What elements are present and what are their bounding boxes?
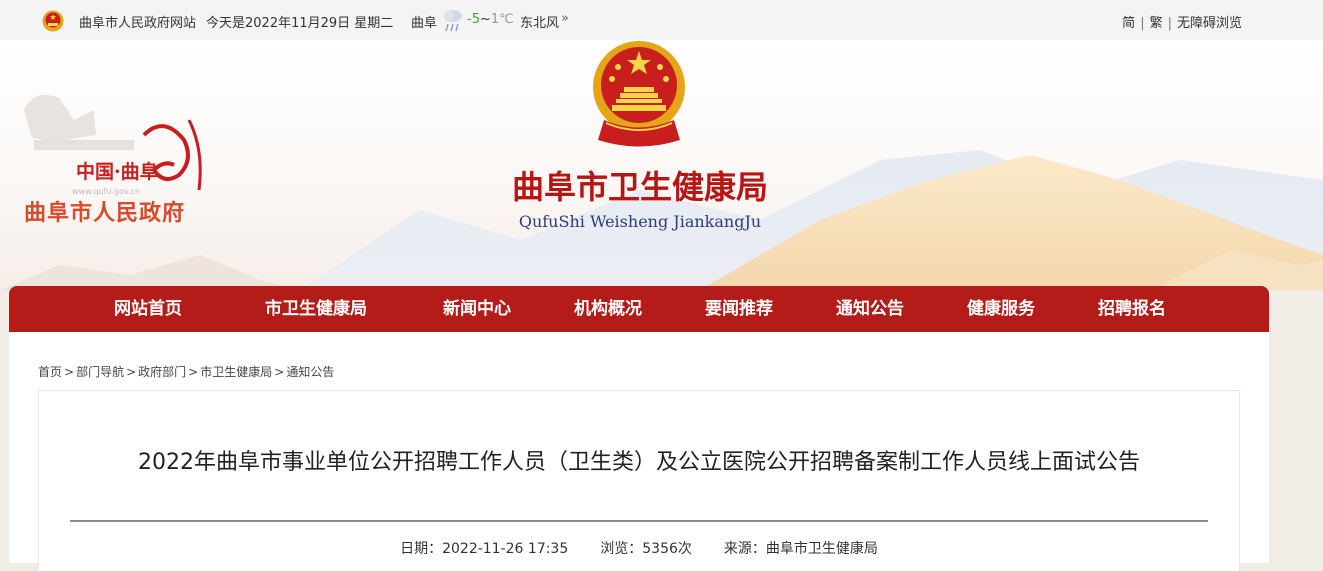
nav-item-health-services[interactable]: 健康服务 (967, 286, 1035, 332)
breadcrumb-health-bureau[interactable]: 市卫生健康局 (200, 365, 272, 379)
breadcrumb-separator: > (188, 365, 199, 379)
site-subtitle: QufuShi Weisheng JiankangJu (518, 212, 762, 231)
top-links: 简 | 繁 | 无障碍浏览 (1122, 12, 1242, 31)
date-label: 日期： (400, 541, 443, 557)
article: 2022年曲阜市事业单位公开招聘工作人员（卫生类）及公立医院公开招聘备案制工作人… (38, 390, 1240, 571)
nav-item-organization[interactable]: 机构概况 (574, 286, 642, 332)
nav-item-notices[interactable]: 通知公告 (836, 286, 904, 332)
breadcrumb: 首页 > 部门导航 > 政府部门 > 市卫生健康局 > 通知公告 (38, 363, 334, 380)
breadcrumb-notices[interactable]: 通知公告 (286, 365, 334, 379)
gov-name-text: 曲阜市人民政府 (24, 201, 186, 226)
title-divider (70, 520, 1208, 522)
publish-date: 2022-11-26 17:35 (442, 541, 569, 557)
main-content: 首页 > 部门导航 > 政府部门 > 市卫生健康局 > 通知公告 2022年曲阜市事业单位公开招… (9, 332, 1269, 571)
main-nav: 网站首页 市卫生健康局 新闻中心 机构概况 要闻推荐 通知公告 健康服务 招聘报… (9, 286, 1269, 332)
separator: | (1140, 16, 1145, 31)
breadcrumb-gov-dept[interactable]: 政府部门 (138, 365, 186, 379)
nav-item-featured-news[interactable]: 要闻推荐 (705, 286, 773, 332)
temp-high: 1℃ (490, 12, 514, 27)
snow-cloud-icon (440, 4, 466, 38)
qufu-logo: 中国·曲阜 www.qufu.gov.cn (14, 80, 224, 270)
date-text: 今天是2022年11月29日 星期二 (206, 16, 394, 31)
breadcrumb-home[interactable]: 首页 (38, 365, 62, 379)
top-bar: 曲阜市人民政府网站 今天是2022年11月29日 星期二 曲阜 -5~1℃ 东北… (0, 0, 1323, 40)
logo-brand-text: 中国·曲阜 (76, 160, 159, 183)
breadcrumb-dept-nav[interactable]: 部门导航 (76, 365, 124, 379)
site-name-text: 曲阜市人民政府网站 (79, 16, 197, 31)
breadcrumb-separator: > (126, 365, 137, 379)
site-title: 曲阜市卫生健康局 (511, 168, 768, 206)
temperature-range: -5~1℃ (467, 12, 514, 27)
national-emblem-small-icon (42, 10, 64, 36)
temp-sep: ~ (479, 12, 491, 27)
views-label: 浏览： (600, 541, 643, 557)
simplified-chinese-link[interactable]: 简 (1122, 16, 1135, 31)
header-banner: 中国·曲阜 www.qufu.gov.cn 曲阜市人民政府 曲阜市卫生健康局 Q… (0, 40, 1323, 290)
national-emblem-icon (584, 40, 694, 154)
article-title: 2022年曲阜市事业单位公开招聘工作人员（卫生类）及公立医院公开招聘备案制工作人… (138, 450, 1140, 475)
nav-item-home[interactable]: 网站首页 (114, 286, 182, 332)
nav-item-recruitment[interactable]: 招聘报名 (1098, 286, 1166, 332)
nav-item-news-center[interactable]: 新闻中心 (443, 286, 511, 332)
article-source: 曲阜市卫生健康局 (765, 541, 878, 557)
accessibility-link[interactable]: 无障碍浏览 (1177, 16, 1242, 31)
view-count: 5356次 (642, 541, 692, 557)
temp-low: -5 (467, 12, 480, 27)
weather-city: 曲阜 (411, 16, 438, 31)
wind-text: 东北风 (520, 16, 560, 31)
traditional-chinese-link[interactable]: 繁 (1150, 16, 1163, 31)
nav-item-health-bureau[interactable]: 市卫生健康局 (265, 286, 367, 332)
source-label: 来源： (723, 541, 766, 557)
article-meta: 日期：2022-11-26 17:35 浏览：5356次 来源：曲阜市卫生健康局 (39, 538, 1239, 558)
weather-more-icon[interactable]: » (561, 11, 569, 26)
breadcrumb-separator: > (274, 365, 285, 379)
breadcrumb-separator: > (64, 365, 75, 379)
separator: | (1167, 16, 1172, 31)
